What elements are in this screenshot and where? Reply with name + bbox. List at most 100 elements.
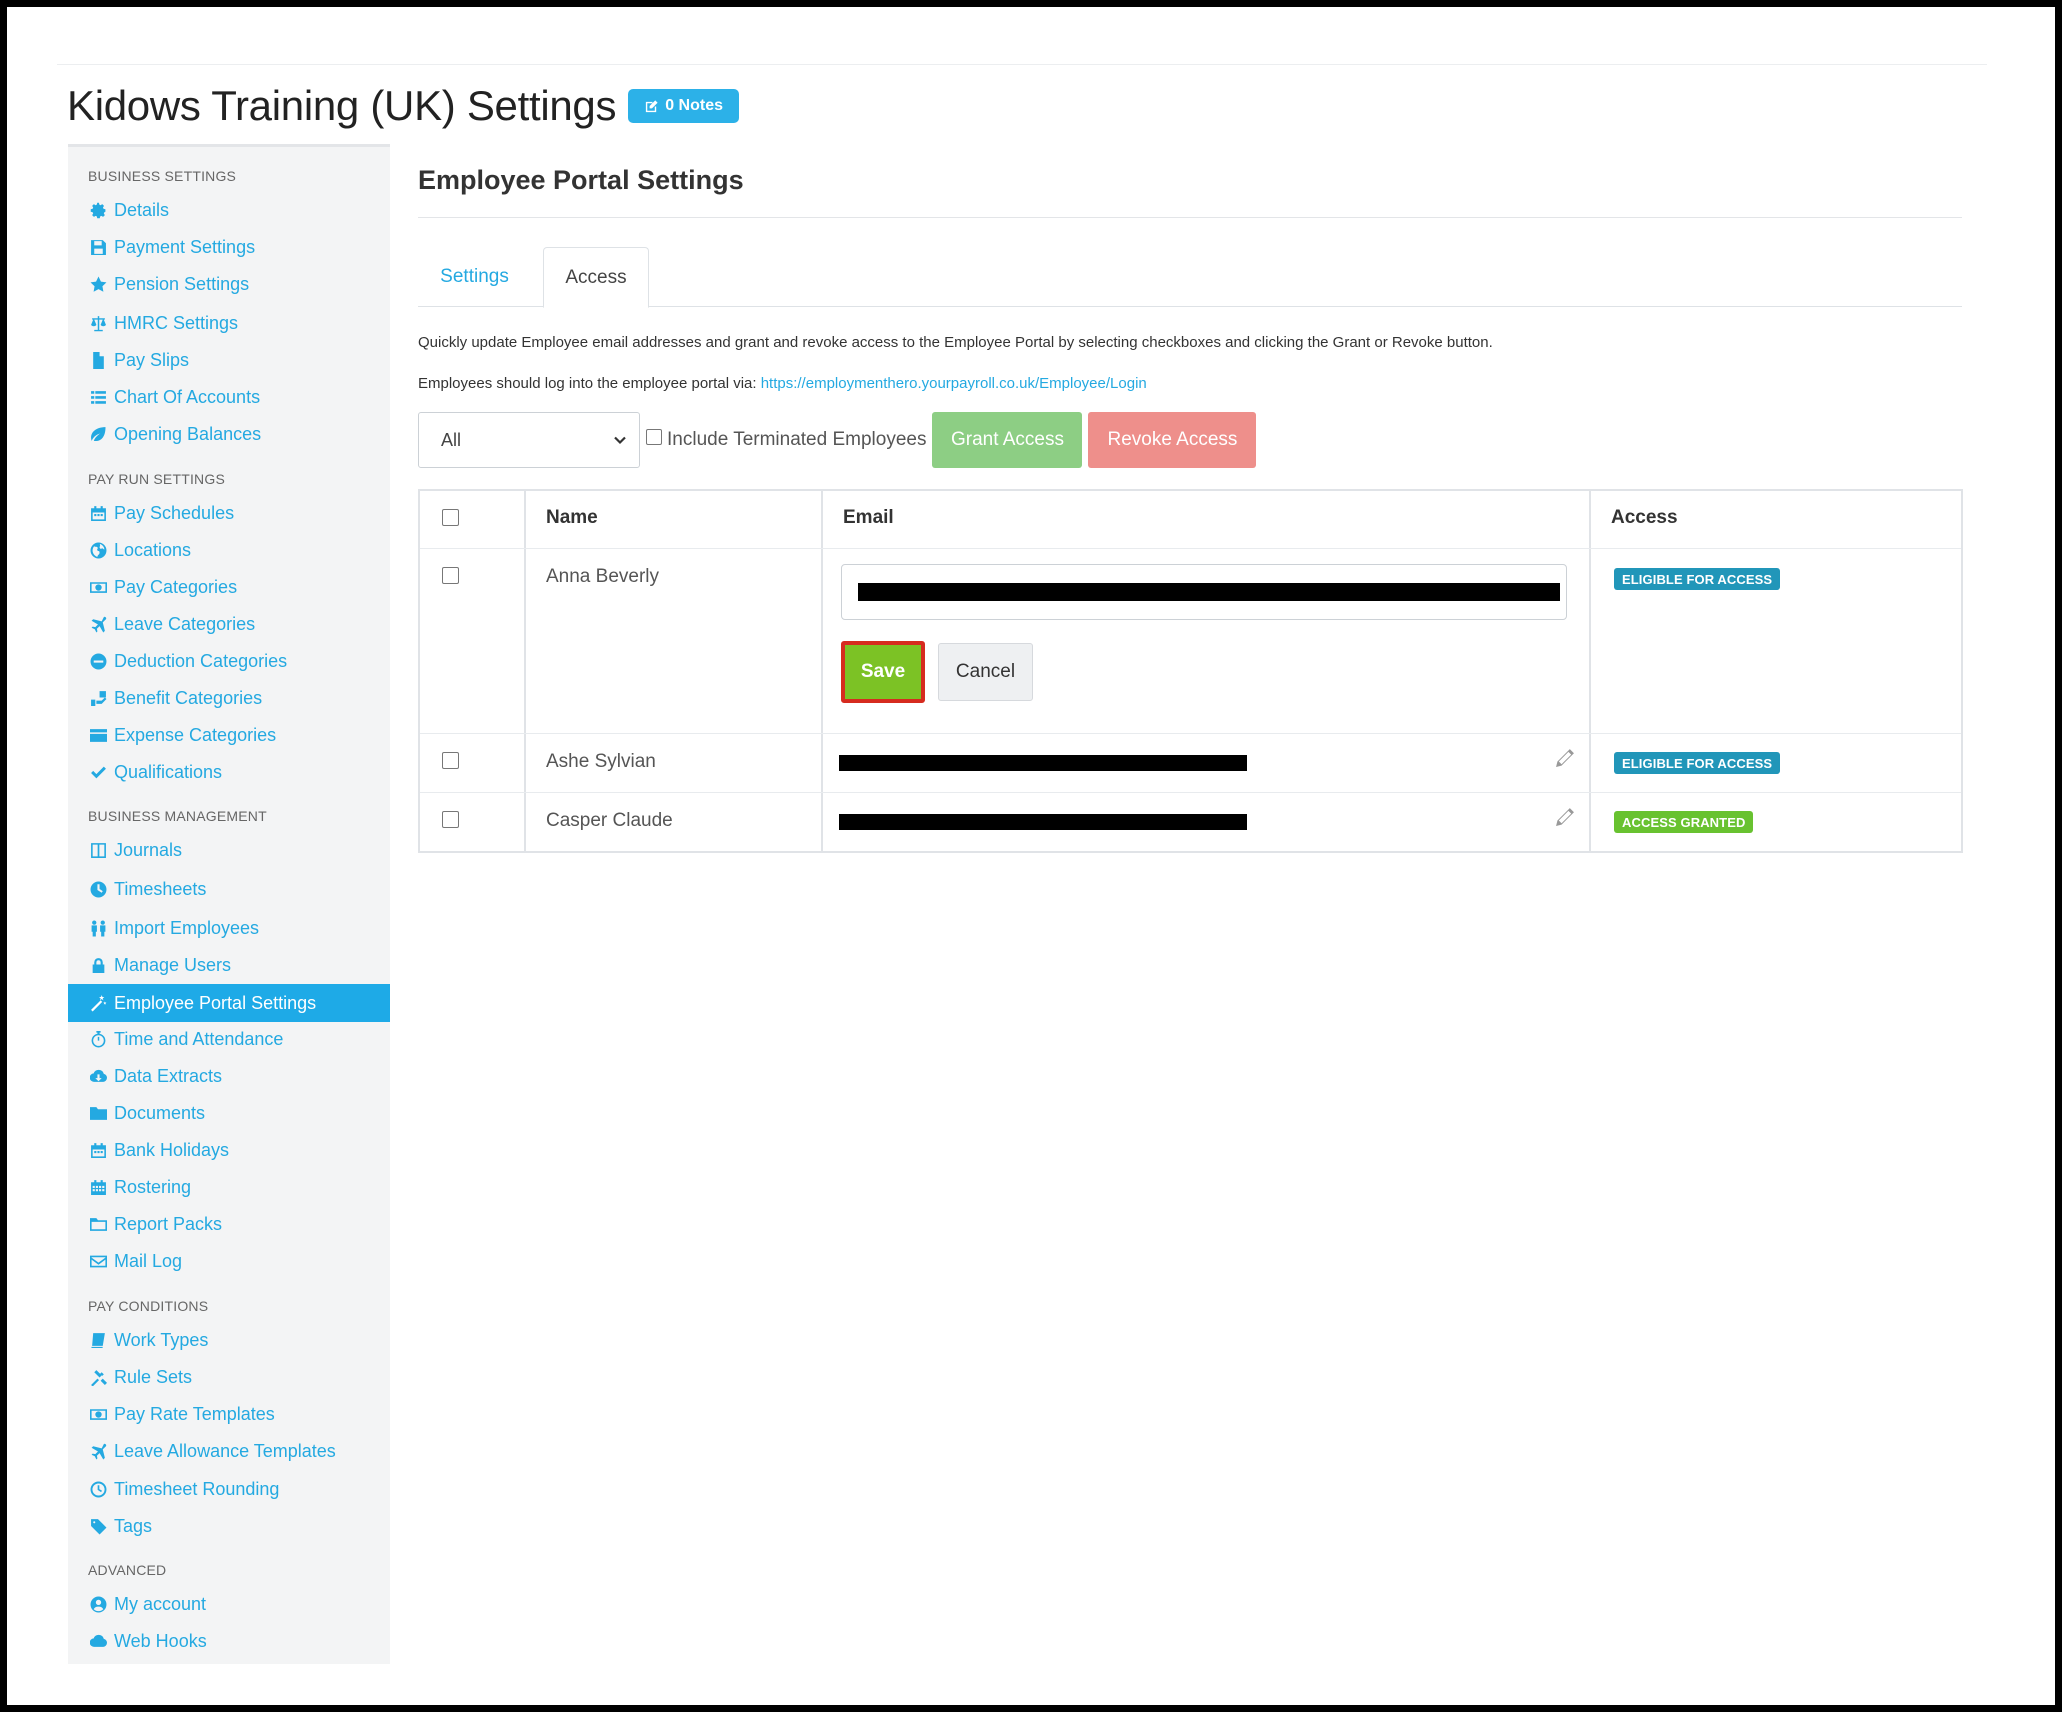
notes-label: 0 Notes [665,97,723,114]
sidebar-item-expense-categories[interactable]: Expense Categories [68,717,390,753]
include-terminated-checkbox[interactable] [646,429,662,445]
employee-name: Anna Beverly [546,566,660,587]
sidebar-item-employee-portal-settings[interactable]: Employee Portal Settings [68,984,390,1022]
sidebar-item-label: My account [114,1593,207,1614]
sidebar-section-advanced: ADVANCED [88,1562,167,1578]
sidebar-item-details[interactable]: Details [68,192,390,228]
status-badge: ACCESS GRANTED [1614,811,1754,833]
sidebar-item-qualifications[interactable]: Qualifications [68,754,390,790]
sidebar-item-label: Time and Attendance [114,1028,284,1049]
columns-icon [88,840,108,860]
top-divider [57,64,1987,65]
include-terminated-label: Include Terminated Employees [667,429,927,450]
column-header-access: Access [1611,507,1678,528]
sidebar-item-web-hooks[interactable]: Web Hooks [68,1623,390,1659]
sidebar-item-pay-slips[interactable]: Pay Slips [68,342,390,378]
sidebar-item-chart-of-accounts[interactable]: Chart Of Accounts [68,379,390,415]
select-all-checkbox[interactable] [442,509,459,526]
include-terminated-option[interactable]: Include Terminated Employees [646,429,926,451]
sidebar-item-pay-categories[interactable]: Pay Categories [68,569,390,605]
save-button[interactable]: Save [841,641,925,703]
column-divider [1589,491,1591,851]
calendar-icon [88,1140,108,1160]
sidebar-item-data-extracts[interactable]: Data Extracts [68,1058,390,1094]
sidebar-item-tags[interactable]: Tags [68,1508,390,1544]
login-link[interactable]: https://employmenthero.yourpayroll.co.uk… [761,375,1147,392]
revoke-access-button[interactable]: Revoke Access [1088,412,1257,468]
sidebar-item-rule-sets[interactable]: Rule Sets [68,1359,390,1395]
grant-access-button[interactable]: Grant Access [932,412,1083,468]
sidebar-item-rostering[interactable]: Rostering [68,1169,390,1205]
sidebar-item-time-and-attendance[interactable]: Time and Attendance [68,1021,390,1057]
column-divider [821,491,823,851]
tab-bar: Settings Access [418,247,1962,308]
redacted-email [858,583,1560,601]
app-frame: Kidows Training (UK) Settings 0 Notes BU… [7,7,2055,1705]
lock-icon [88,955,108,975]
sidebar-item-work-types[interactable]: Work Types [68,1322,390,1358]
floppy-icon [88,237,108,257]
plane-icon [88,1441,108,1461]
sidebar-item-payment-settings[interactable]: Payment Settings [68,229,390,265]
sidebar-item-mail-log[interactable]: Mail Log [68,1243,390,1279]
sidebar-item-bank-holidays[interactable]: Bank Holidays [68,1132,390,1168]
scales-icon [88,313,108,333]
employee-name: Ashe Sylvian [546,751,656,772]
sidebar-item-leave-categories[interactable]: Leave Categories [68,606,390,642]
minus-circle-icon [88,651,108,671]
row-checkbox[interactable] [442,567,459,584]
sidebar-item-locations[interactable]: Locations [68,532,390,568]
sidebar-item-pay-schedules[interactable]: Pay Schedules [68,495,390,531]
cloud-download-icon [88,1066,108,1086]
sidebar-section-pay-conditions: PAY CONDITIONS [88,1298,209,1314]
employee-name: Casper Claude [546,810,673,831]
globe-icon [88,540,108,560]
row-checkbox[interactable] [442,752,459,769]
chevron-down-icon [614,436,626,445]
sidebar-item-leave-allowance-templates[interactable]: Leave Allowance Templates [68,1433,390,1469]
tab-settings[interactable]: Settings [418,247,531,307]
star-icon [88,274,108,294]
sidebar-item-label: Payment Settings [114,236,256,257]
money-icon [88,577,108,597]
sidebar-item-label: Leave Allowance Templates [114,1440,336,1461]
sidebar-item-label: Pay Slips [114,349,190,370]
sidebar-item-label: Chart Of Accounts [114,386,261,407]
sidebar-item-documents[interactable]: Documents [68,1095,390,1131]
employee-filter-select[interactable]: All [418,412,640,468]
user-circle-icon [88,1594,108,1614]
status-badge: ELIGIBLE FOR ACCESS [1614,568,1781,590]
sidebar-item-hmrc-settings[interactable]: HMRC Settings [68,305,390,341]
description-text: Quickly update Employee email addresses … [418,334,1493,351]
row-divider [420,548,1961,549]
sidebar-item-timesheets[interactable]: Timesheets [68,871,390,907]
filter-selected-value: All [441,429,462,450]
sidebar-item-journals[interactable]: Journals [68,832,390,868]
row-checkbox[interactable] [442,811,459,828]
sidebar-item-pension-settings[interactable]: Pension Settings [68,266,390,302]
notes-button[interactable]: 0 Notes [628,89,739,123]
sidebar-item-label: Data Extracts [114,1065,223,1086]
column-header-email: Email [843,507,894,528]
redacted-email [839,814,1247,830]
sidebar-item-pay-rate-templates[interactable]: Pay Rate Templates [68,1396,390,1432]
sidebar-item-label: Tags [114,1515,153,1536]
sidebar-item-label: Import Employees [114,917,260,938]
edit-email-pencil-icon[interactable] [1554,806,1576,828]
sidebar-item-manage-users[interactable]: Manage Users [68,947,390,983]
row-divider [420,733,1961,734]
sidebar-item-benefit-categories[interactable]: Benefit Categories [68,680,390,716]
edit-email-pencil-icon[interactable] [1554,747,1576,769]
sidebar-item-opening-balances[interactable]: Opening Balances [68,416,390,452]
sidebar-item-label: Timesheets [114,878,207,899]
row-divider [420,792,1961,793]
sidebar-item-import-employees[interactable]: Import Employees [68,910,390,946]
sidebar-item-deduction-categories[interactable]: Deduction Categories [68,643,390,679]
sidebar-item-my-account[interactable]: My account [68,1586,390,1622]
sidebar-item-timesheet-rounding[interactable]: Timesheet Rounding [68,1471,390,1507]
sidebar-item-report-packs[interactable]: Report Packs [68,1206,390,1242]
tab-access[interactable]: Access [543,247,649,308]
email-input[interactable] [841,564,1567,620]
tag-icon [88,1516,108,1536]
cancel-button[interactable]: Cancel [938,643,1033,701]
